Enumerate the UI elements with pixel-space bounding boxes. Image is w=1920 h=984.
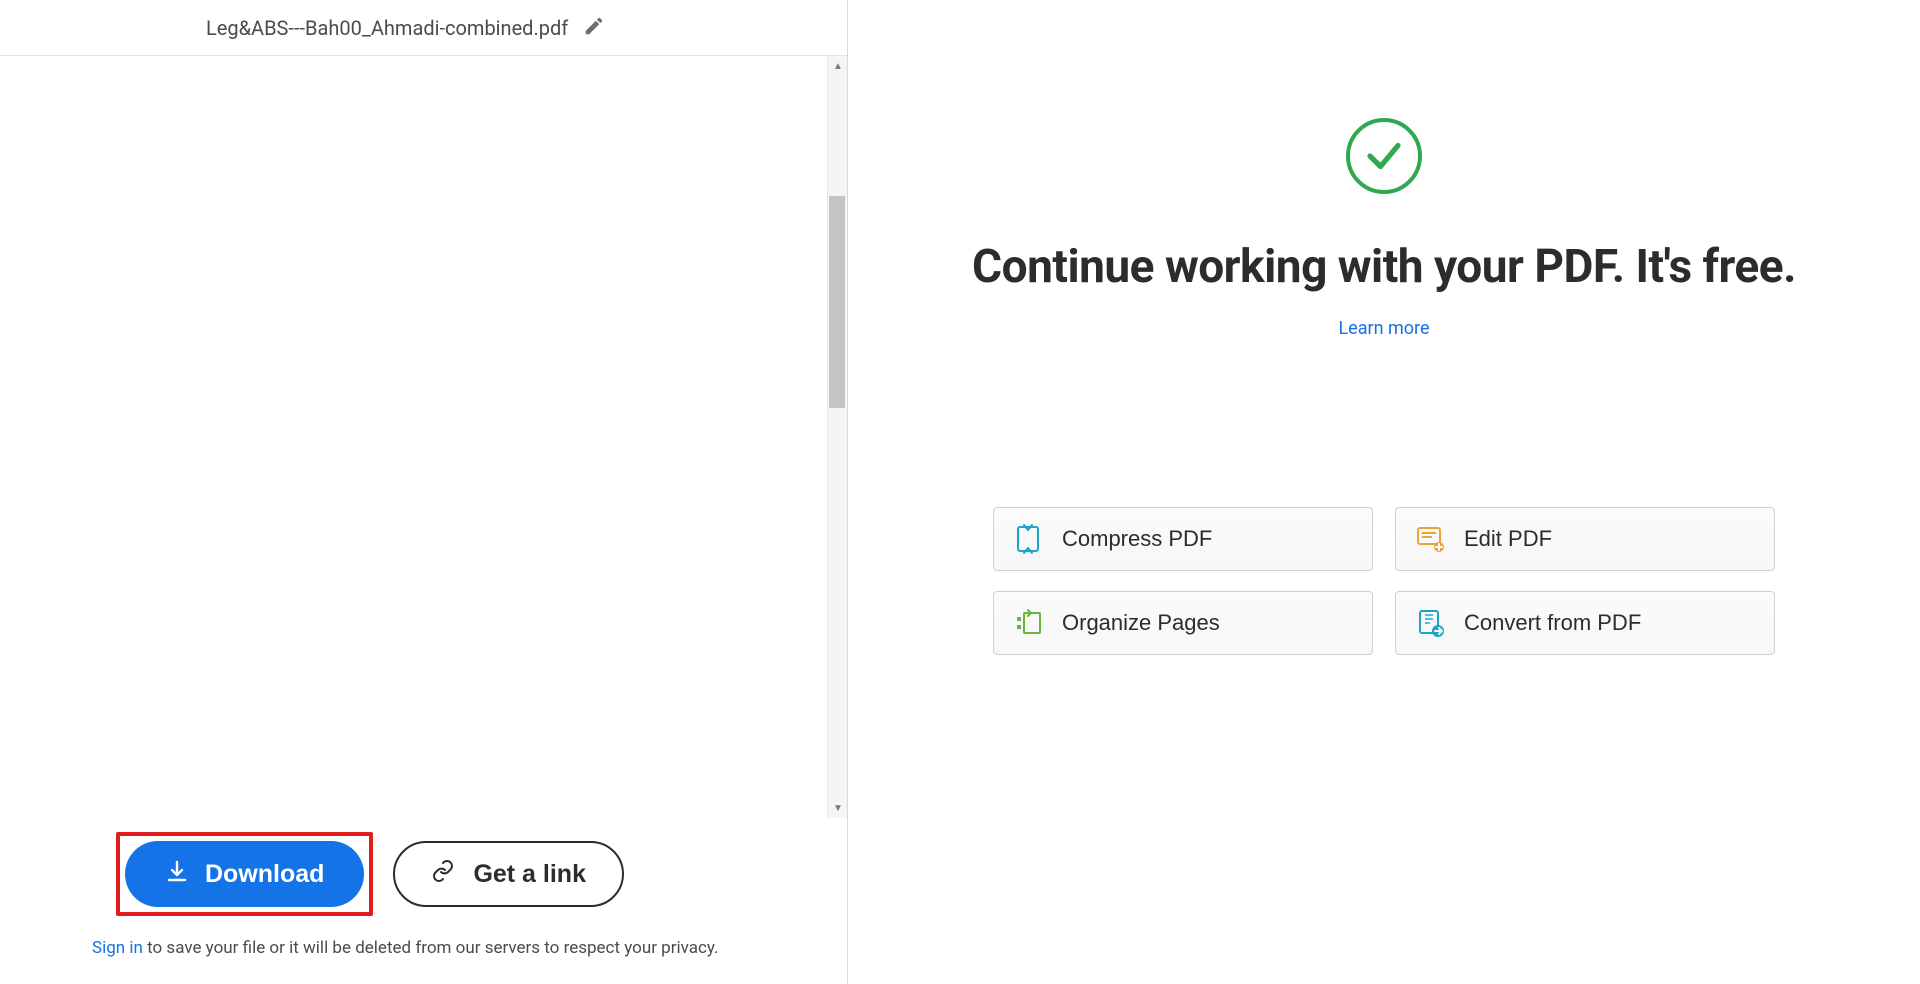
download-icon (165, 859, 189, 890)
compress-pdf-button[interactable]: Compress PDF (993, 507, 1373, 571)
left-pane: Leg&ABS---Bah00_Ahmadi-combined.pdf ▲ ▼ (0, 0, 848, 984)
download-highlight-box: Download (116, 832, 373, 916)
get-link-button[interactable]: Get a link (393, 841, 624, 907)
compress-pdf-label: Compress PDF (1062, 526, 1212, 552)
edit-pdf-label: Edit PDF (1464, 526, 1552, 552)
success-heading: Continue working with your PDF. It's fre… (972, 240, 1796, 294)
tool-grid: Compress PDF Edit PDF Organize Pages Con… (993, 507, 1775, 655)
edit-icon (1414, 523, 1446, 555)
signin-message: Sign in to save your file or it will be … (0, 938, 847, 958)
pencil-icon (583, 15, 605, 40)
convert-pdf-button[interactable]: Convert from PDF (1395, 591, 1775, 655)
filename-label: Leg&ABS---Bah00_Ahmadi-combined.pdf (206, 16, 568, 40)
left-footer: Download Get a link Sign in to save your… (0, 818, 847, 984)
convert-pdf-label: Convert from PDF (1464, 610, 1641, 636)
learn-more-link[interactable]: Learn more (1338, 318, 1429, 339)
signin-link[interactable]: Sign in (92, 938, 143, 958)
scrollbar-thumb[interactable] (829, 196, 845, 408)
scrollbar-track[interactable]: ▲ ▼ (827, 56, 847, 818)
download-button[interactable]: Download (125, 841, 364, 907)
edit-pdf-button[interactable]: Edit PDF (1395, 507, 1775, 571)
get-link-button-label: Get a link (473, 860, 586, 889)
scroll-down-arrow-icon[interactable]: ▼ (828, 798, 847, 818)
download-button-label: Download (205, 860, 324, 889)
success-check-icon (1346, 118, 1422, 194)
convert-icon (1414, 607, 1446, 639)
organize-icon (1012, 607, 1044, 639)
success-block: Continue working with your PDF. It's fre… (972, 118, 1796, 339)
signin-rest-text: to save your file or it will be deleted … (143, 938, 719, 958)
left-header: Leg&ABS---Bah00_Ahmadi-combined.pdf (0, 0, 847, 56)
scroll-up-arrow-icon[interactable]: ▲ (828, 56, 847, 76)
footer-button-row: Download Get a link (0, 832, 847, 916)
right-pane: Continue working with your PDF. It's fre… (848, 0, 1920, 984)
organize-pages-label: Organize Pages (1062, 610, 1220, 636)
link-icon (431, 859, 455, 890)
app-root: Leg&ABS---Bah00_Ahmadi-combined.pdf ▲ ▼ (0, 0, 1920, 984)
compress-icon (1012, 523, 1044, 555)
rename-button[interactable] (582, 16, 606, 40)
organize-pages-button[interactable]: Organize Pages (993, 591, 1373, 655)
pdf-preview-area[interactable]: ▲ ▼ (0, 56, 847, 818)
